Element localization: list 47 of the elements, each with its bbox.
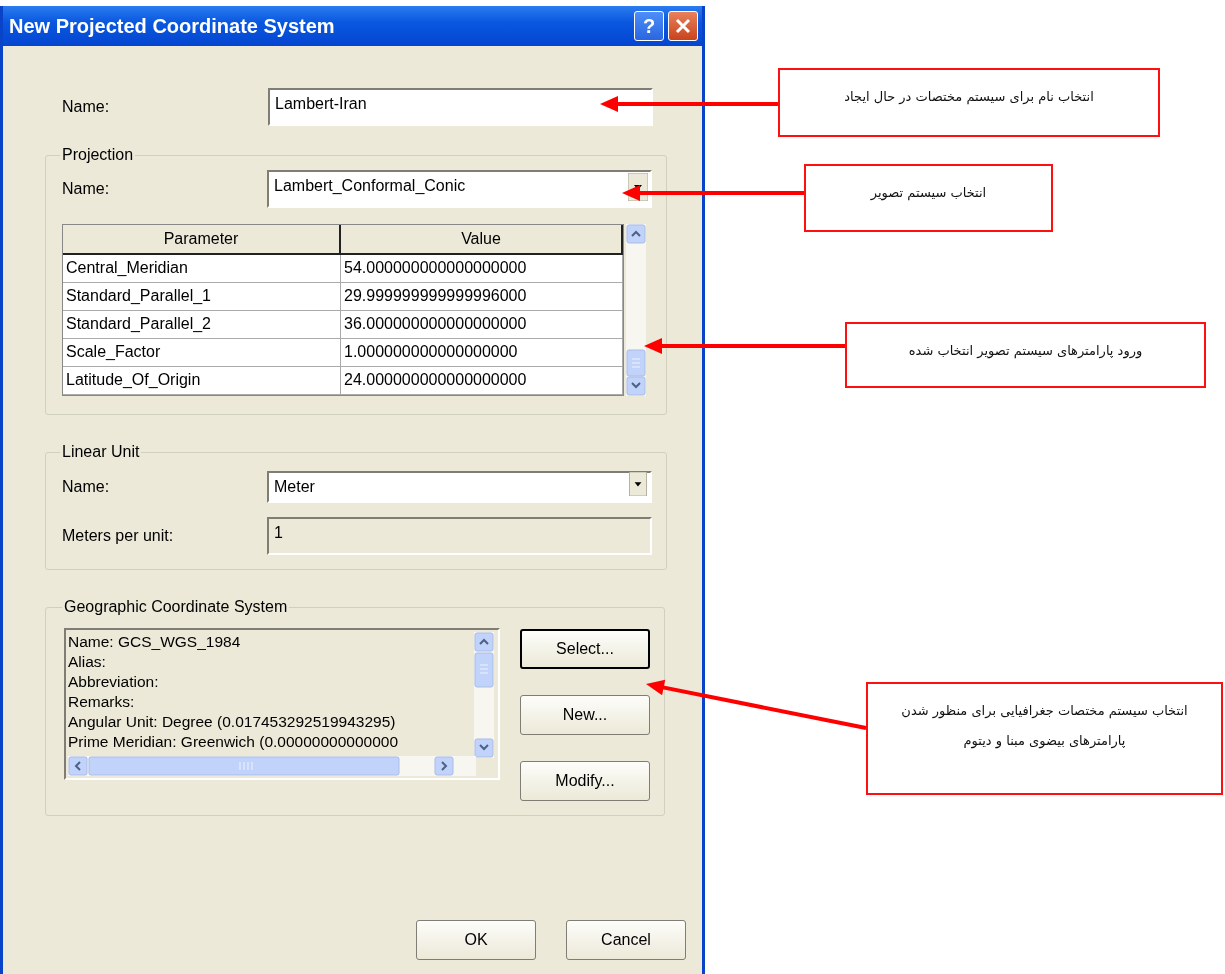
info-line: Angular Unit: Degree (0.017453292519943295) xyxy=(68,712,397,732)
table-cell: Standard_Parallel_1 xyxy=(63,283,341,311)
table-cell[interactable]: 1.000000000000000000 xyxy=(341,339,623,367)
dialog-button[interactable]: Modify... xyxy=(520,761,650,801)
vertical-scrollbar[interactable] xyxy=(474,632,494,758)
dialog-button[interactable]: Cancel xyxy=(566,920,686,960)
projection-dropdown[interactable]: Lambert_Conformal_Conic xyxy=(267,170,652,208)
table-cell[interactable]: 24.000000000000000000 xyxy=(341,367,623,395)
table-cell[interactable]: 29.999999999999996000 xyxy=(341,283,623,311)
horizontal-scrollbar[interactable] xyxy=(68,756,476,776)
close-icon xyxy=(675,18,691,34)
dialog-button[interactable]: Select... xyxy=(520,629,650,669)
callout-text: انتخاب سیستم تصویر xyxy=(870,184,987,203)
callout-text: انتخاب نام برای سیستم مختصات در حال ایجاد xyxy=(844,88,1094,107)
callout-text: انتخاب سیستم مختصات جغرافیایی برای منظور شدن پارامترهای بیضوی مبنا و دیتوم xyxy=(900,702,1189,751)
field-label: Name: xyxy=(62,98,111,116)
column-header[interactable]: Parameter xyxy=(63,225,341,255)
dialog-button[interactable]: New... xyxy=(520,695,650,735)
field-label: Name: xyxy=(62,478,111,496)
dialog-button[interactable]: OK xyxy=(416,920,536,960)
dropdown-arrow-icon xyxy=(628,472,648,496)
field-label: Meters per unit: xyxy=(62,527,175,545)
info-listbox[interactable]: Name: GCS_WGS_1984 Alias: Abbreviation: Remarks: Angular Unit: Degree (0.017453292519943295) Prime Meridian: Greenwich (0.00000000000000 xyxy=(64,628,500,780)
meters-per-unit-field[interactable]: 1 xyxy=(267,517,652,555)
table-cell: Latitude_Of_Origin xyxy=(63,367,341,395)
table-cell: Scale_Factor xyxy=(63,339,341,367)
callout-text: ورود پارامترهای سیستم تصویر انتخاب شده xyxy=(908,342,1143,361)
help-button[interactable]: ? xyxy=(634,11,664,41)
table-cell: Standard_Parallel_2 xyxy=(63,311,341,339)
info-line: Abbreviation: xyxy=(68,672,160,692)
group-title: Linear Unit xyxy=(61,443,141,461)
window-title: New Projected Coordinate System xyxy=(9,14,336,38)
table-cell[interactable]: 54.000000000000000000 xyxy=(341,255,623,283)
vertical-scrollbar[interactable] xyxy=(626,224,646,396)
unit-dropdown[interactable]: Meter xyxy=(267,471,652,503)
group-title: Projection xyxy=(61,146,135,164)
group-title: Geographic Coordinate System xyxy=(63,598,289,616)
table-cell[interactable]: 36.000000000000000000 xyxy=(341,311,623,339)
field-label: Name: xyxy=(62,180,111,198)
column-header[interactable]: Value xyxy=(341,225,623,255)
info-line: Remarks: xyxy=(68,692,136,712)
info-line: Name: GCS_WGS_1984 xyxy=(68,632,242,652)
close-button[interactable] xyxy=(668,11,698,41)
name-field[interactable]: Lambert-Iran xyxy=(268,88,653,126)
table-cell: Central_Meridian xyxy=(63,255,341,283)
info-line: Alias: xyxy=(68,652,107,672)
info-line: Prime Meridian: Greenwich (0.00000000000000 xyxy=(68,732,399,752)
